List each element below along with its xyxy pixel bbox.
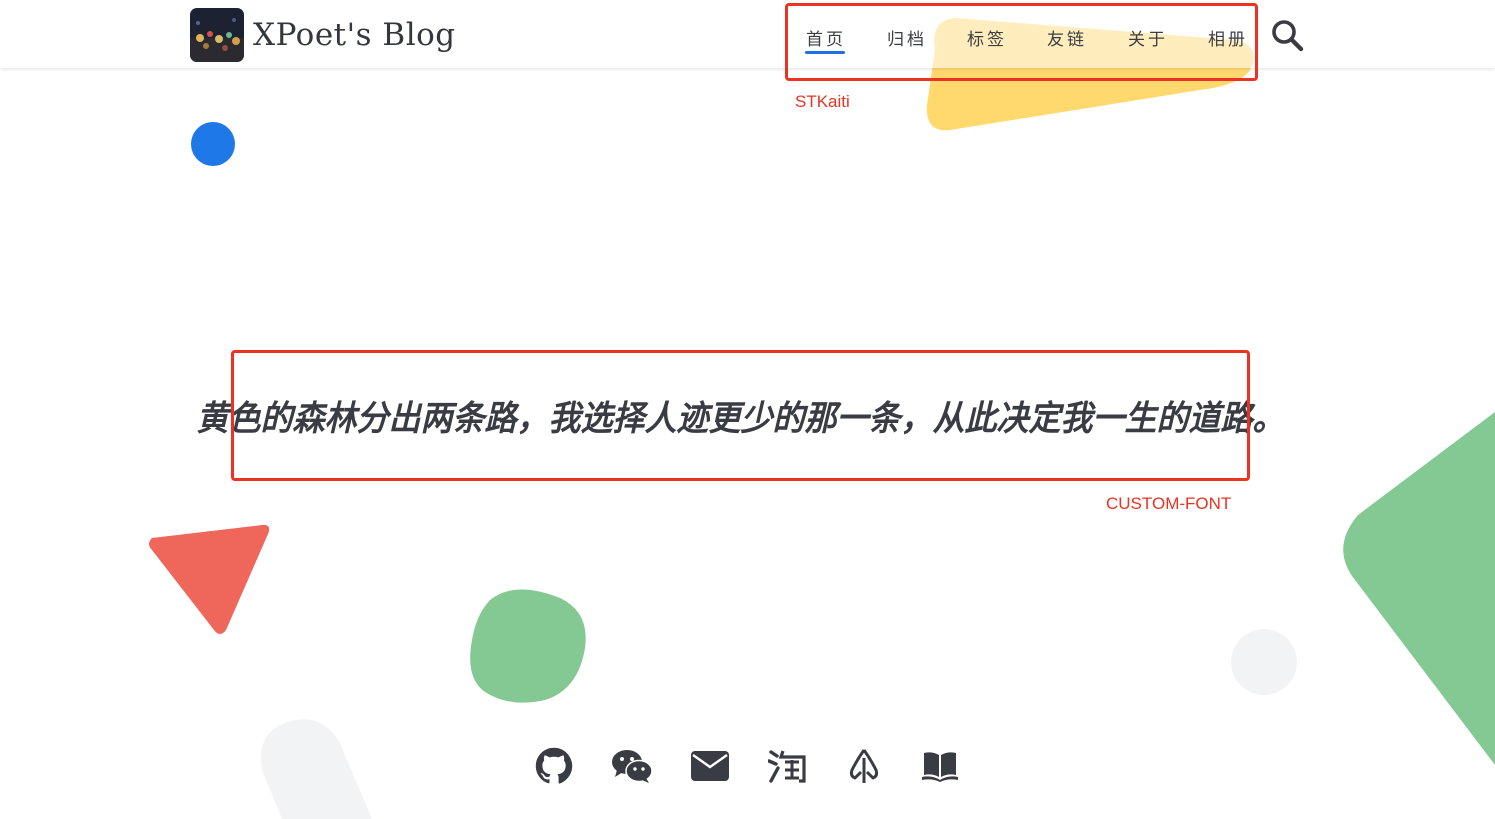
motto-text: 黄色的森林分出两条路，我选择人迹更少的那一条，从此决定我一生的道路。 bbox=[196, 397, 1285, 439]
nav-item-home[interactable]: 首页 bbox=[806, 25, 846, 50]
nav-item-about[interactable]: 关于 bbox=[1128, 25, 1168, 50]
github-icon[interactable] bbox=[532, 744, 576, 788]
nav-font-annotation: STKaiti bbox=[795, 92, 850, 111]
envelope-icon[interactable] bbox=[688, 744, 732, 788]
social-links bbox=[530, 744, 970, 788]
blue-dot-shape bbox=[191, 122, 235, 166]
nav-item-links[interactable]: 友链 bbox=[1047, 25, 1087, 50]
nav-item-archives[interactable]: 归档 bbox=[887, 25, 927, 50]
green-large-shape bbox=[1343, 412, 1495, 765]
book-open-icon[interactable] bbox=[918, 744, 962, 788]
green-blob-shape bbox=[470, 589, 586, 703]
hero-motto: 黄色的森林分出两条路，我选择人迹更少的那一条，从此决定我一生的道路。 bbox=[197, 352, 1285, 479]
red-triangle-shape bbox=[149, 524, 270, 634]
nav-active-indicator bbox=[805, 51, 845, 54]
grey-pill-shape bbox=[260, 719, 372, 819]
avatar bbox=[190, 7, 244, 62]
site-header: XPoet's Blog 首页 归档 标签 友链 关于 相册 bbox=[0, 0, 1495, 68]
site-title: XPoet's Blog bbox=[253, 16, 456, 53]
nav-item-photos[interactable]: 相册 bbox=[1208, 25, 1248, 50]
site-logo-link[interactable]: XPoet's Blog bbox=[190, 7, 456, 62]
leaf-icon[interactable] bbox=[842, 744, 886, 788]
motto-font-annotation: CUSTOM-FONT bbox=[1106, 494, 1232, 513]
nav-item-tags[interactable]: 标签 bbox=[967, 25, 1007, 50]
main-nav: 首页 归档 标签 友链 关于 相册 bbox=[788, 5, 1256, 79]
wechat-icon[interactable] bbox=[610, 744, 654, 788]
grey-circle-shape bbox=[1231, 629, 1297, 695]
taobao-icon[interactable] bbox=[765, 744, 809, 788]
search-icon[interactable] bbox=[1270, 18, 1304, 52]
blog-home-page: XPoet's Blog 首页 归档 标签 友链 关于 相册 STKaiti 黄… bbox=[0, 0, 1495, 819]
